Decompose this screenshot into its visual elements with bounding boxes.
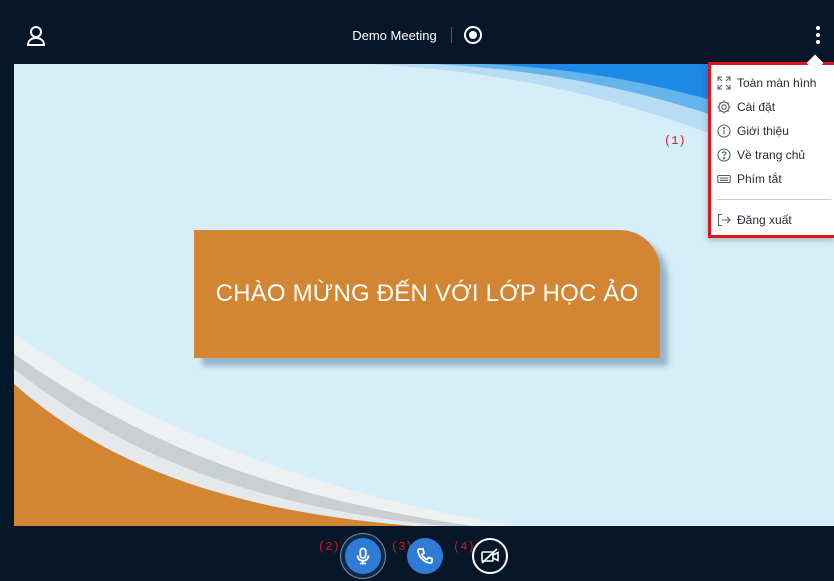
menu-item-settings[interactable]: Cài đặt [717, 96, 833, 118]
phone-button[interactable] [407, 538, 443, 574]
top-bar: Demo Meeting [0, 0, 834, 64]
help-icon [717, 148, 731, 162]
camera-button[interactable] [472, 538, 508, 574]
divider [450, 27, 452, 43]
menu-item-label: Về trang chủ [737, 148, 806, 162]
fullscreen-icon [717, 76, 731, 90]
banner-title: CHÀO MỪNG ĐẾN VỚI LỚP HỌC ẢO [215, 280, 639, 307]
meeting-title: Demo Meeting [352, 27, 437, 43]
logout-icon [717, 213, 731, 227]
microphone-icon [356, 547, 370, 565]
welcome-banner: CHÀO MỪNG ĐẾN VỚI LỚP HỌC ẢO [194, 230, 660, 358]
bottom-bar: (2) (3) (4) [0, 526, 834, 581]
gear-icon [717, 100, 731, 114]
menu-item-label: Phím tắt [737, 172, 782, 186]
phone-icon [417, 548, 433, 564]
camera-off-icon [481, 548, 499, 564]
microphone-button[interactable] [345, 538, 381, 574]
more-vertical-icon[interactable] [812, 24, 824, 46]
menu-item-logout[interactable]: Đăng xuất [717, 209, 833, 231]
meeting-header: Demo Meeting [0, 26, 834, 44]
annotation-menu: (1) [664, 134, 686, 148]
menu-item-home[interactable]: Về trang chủ [717, 144, 833, 166]
record-icon[interactable] [463, 26, 482, 44]
menu-item-fullscreen[interactable]: Toàn màn hình [717, 72, 833, 94]
info-icon [717, 124, 731, 138]
menu-item-label: Giới thiệu [737, 124, 789, 138]
menu-item-label: Đăng xuất [737, 213, 792, 227]
menu-item-label: Cài đặt [737, 100, 776, 114]
menu-divider [717, 199, 831, 200]
keyboard-icon [717, 174, 731, 184]
menu-item-about[interactable]: Giới thiệu [717, 120, 833, 142]
menu-item-shortcuts[interactable]: Phím tắt [717, 168, 833, 190]
options-menu: Toàn màn hình Cài đặt Giới thiệu Về tran… [708, 54, 834, 238]
menu-item-label: Toàn màn hình [737, 76, 817, 90]
annotation-mic: (2) [318, 540, 340, 554]
